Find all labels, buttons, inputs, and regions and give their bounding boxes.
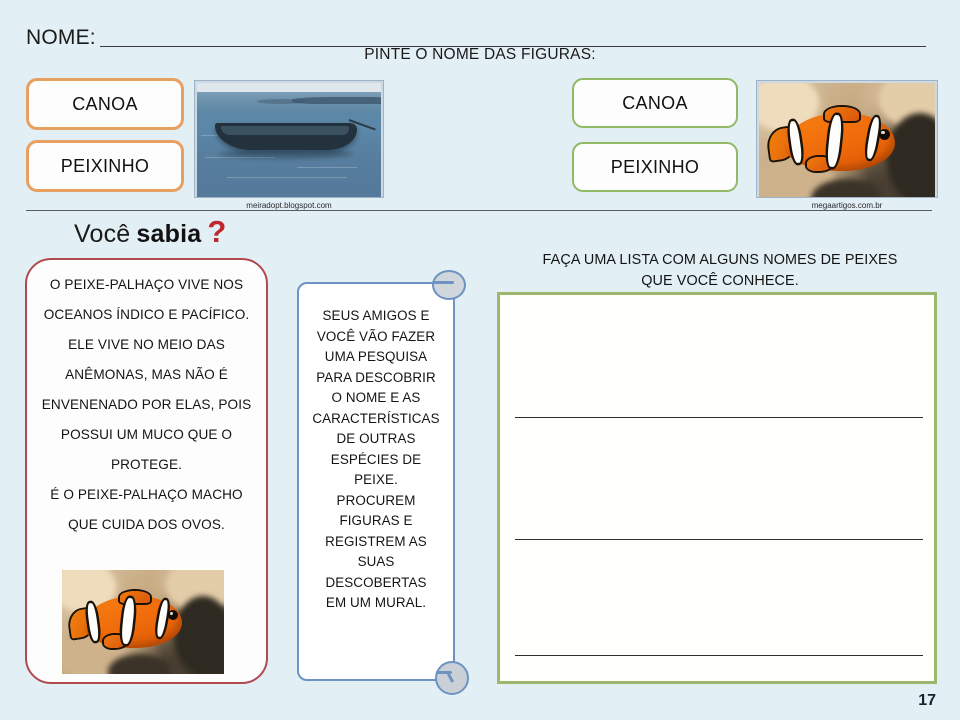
list-answer-box[interactable] bbox=[497, 292, 937, 684]
did-you-know-line: POSSUI UM MUCO QUE O bbox=[60, 427, 233, 442]
scroll-curl-bottom-right-icon bbox=[435, 661, 469, 695]
research-task-line: REGISTREM AS bbox=[325, 533, 427, 549]
question-mark-icon: ? bbox=[207, 214, 227, 249]
name-field-row: NOME: bbox=[26, 16, 926, 50]
canoe-photo-image bbox=[197, 83, 381, 197]
canoe-photo-credit: meiradopt.blogspot.com bbox=[246, 201, 332, 210]
research-task-line: ESPÉCIES DE bbox=[330, 451, 422, 467]
paint-instruction: PINTE O NOME DAS FIGURAS: bbox=[364, 46, 596, 63]
did-you-know-line: OCEANOS ÍNDICO E PACÍFICO. bbox=[43, 307, 250, 322]
did-you-know-text: O PEIXE-PALHAÇO VIVE NOS OCEANOS ÍNDICO … bbox=[35, 270, 258, 540]
research-task-line: CARACTERÍSTICAS bbox=[312, 410, 440, 426]
list-prompt-line-1: FAÇA UMA LISTA COM ALGUNS NOMES DE PEIXE… bbox=[542, 252, 898, 268]
clownfish-photo-card bbox=[62, 570, 224, 674]
research-task-line: VOCÊ VÃO FAZER bbox=[316, 328, 436, 344]
word-box-peixinho-right[interactable]: PEIXINHO bbox=[572, 142, 738, 192]
word-box-label: CANOA bbox=[622, 92, 688, 113]
research-task-line: SEUS AMIGOS E bbox=[322, 308, 430, 323]
research-task-line: DESCOBERTAS bbox=[325, 574, 427, 590]
research-task-line: PEIXE. bbox=[354, 472, 398, 487]
research-task-line: PROCUREM bbox=[336, 492, 416, 508]
word-box-canoa-left[interactable]: CANOA bbox=[26, 78, 184, 130]
canoe-photo: meiradopt.blogspot.com bbox=[194, 80, 384, 210]
word-box-label: CANOA bbox=[72, 93, 138, 114]
did-you-know-line: É O PEIXE-PALHAÇO MACHO bbox=[50, 487, 243, 502]
page-number: 17 bbox=[918, 692, 936, 709]
list-activity-prompt: FAÇA UMA LISTA COM ALGUNS NOMES DE PEIXE… bbox=[500, 250, 940, 292]
did-you-know-word-2: sabia bbox=[136, 220, 202, 248]
research-task-line: O NOME E AS bbox=[331, 390, 421, 405]
scroll-curl-top-right-icon bbox=[432, 270, 466, 300]
did-you-know-line: QUE CUIDA DOS OVOS. bbox=[68, 517, 225, 532]
list-prompt-line-2: QUE VOCÊ CONHECE. bbox=[641, 273, 799, 289]
section-divider bbox=[26, 210, 932, 211]
clownfish-photo-credit: megaartigos.com.br bbox=[811, 201, 883, 210]
did-you-know-line: O PEIXE-PALHAÇO VIVE NOS bbox=[49, 277, 244, 292]
word-box-canoa-right[interactable]: CANOA bbox=[572, 78, 738, 128]
research-task-line: DE OUTRAS bbox=[336, 431, 416, 446]
research-task-text: SEUS AMIGOS E VOCÊ VÃO FAZER UMA PESQUIS… bbox=[305, 306, 447, 614]
research-task-line: UMA PESQUISA bbox=[324, 349, 428, 364]
research-task-line: EM UM MURAL. bbox=[325, 595, 427, 610]
word-box-label: PEIXINHO bbox=[60, 155, 150, 176]
did-you-know-line: ENVENENADO POR ELAS, POIS bbox=[41, 397, 252, 412]
answer-line[interactable] bbox=[515, 655, 923, 656]
clownfish-photo-image bbox=[759, 83, 935, 197]
clownfish-photo-top: megaartigos.com.br bbox=[756, 80, 938, 210]
word-box-peixinho-left[interactable]: PEIXINHO bbox=[26, 140, 184, 192]
clownfish-photo-card-image bbox=[62, 570, 224, 674]
did-you-know-logo: Você sabia ? bbox=[74, 216, 226, 249]
answer-line[interactable] bbox=[515, 417, 923, 418]
research-task-line: PARA DESCOBRIR bbox=[316, 369, 436, 385]
word-box-label: PEIXINHO bbox=[610, 156, 700, 177]
research-task-line: FIGURAS E bbox=[339, 513, 413, 528]
research-task-line: SUAS bbox=[357, 554, 395, 569]
did-you-know-line: PROTEGE. bbox=[110, 457, 183, 472]
answer-line[interactable] bbox=[515, 539, 923, 540]
did-you-know-line: ELE VIVE NO MEIO DAS bbox=[68, 337, 225, 352]
did-you-know-line: ANÊMONAS, MAS NÃO É bbox=[65, 367, 228, 382]
worksheet-page: NOME: PINTE O NOME DAS FIGURAS: CANOA PE… bbox=[0, 0, 960, 720]
did-you-know-word-1: Você bbox=[74, 220, 131, 248]
research-task-bubble: SEUS AMIGOS E VOCÊ VÃO FAZER UMA PESQUIS… bbox=[297, 270, 469, 695]
